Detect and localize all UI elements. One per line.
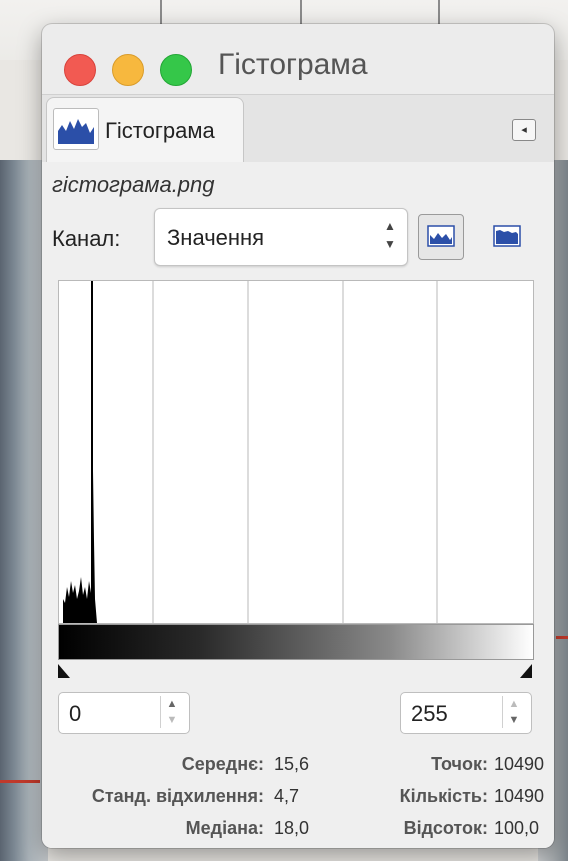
range-start-value: 0: [69, 701, 82, 726]
stepper-arrows-icon[interactable]: ▲ ▼: [160, 696, 183, 728]
pixels-value: 10490: [494, 754, 545, 774]
value-gradient-bar: [58, 624, 534, 660]
background-red-mark: [0, 780, 40, 783]
close-button[interactable]: [64, 54, 96, 86]
channel-select[interactable]: Значення ▲ ▼: [154, 208, 408, 266]
range-start-handle[interactable]: [58, 664, 70, 678]
histogram-plot: [63, 281, 438, 623]
histogram-panel: гістограма.png Канал: Значення ▲ ▼ 0 ▲ ▼…: [42, 162, 554, 848]
background-red-mark: [556, 636, 568, 639]
count-value: 10490: [494, 786, 545, 806]
tab-menu-icon[interactable]: ◂: [512, 119, 536, 141]
range-end-handle[interactable]: [520, 664, 532, 678]
mean-label: Середнє:: [181, 754, 264, 774]
window-title: Гістограма: [218, 48, 368, 81]
percentile-label: Відсоток:: [403, 818, 488, 838]
pixels-label: Точок:: [431, 754, 488, 774]
median-value: 18,0: [274, 818, 310, 838]
channel-label: Канал:: [52, 226, 121, 251]
stddev-label: Станд. відхилення:: [91, 786, 264, 806]
log-histogram-icon: [493, 225, 521, 247]
image-filename: гістограма.png: [52, 172, 215, 197]
tab-histogram[interactable]: Гістограма: [46, 97, 244, 164]
select-arrows-icon: ▲ ▼: [384, 219, 396, 251]
title-bar[interactable]: Гістограма: [42, 24, 554, 94]
median-label: Медіана:: [185, 818, 264, 838]
tab-label: Гістограма: [105, 118, 215, 143]
zoom-button[interactable]: [160, 54, 192, 86]
minimize-button[interactable]: [112, 54, 144, 86]
linear-histogram-icon: [427, 225, 455, 247]
channel-value: Значення: [167, 225, 265, 250]
mean-value: 15,6: [274, 754, 310, 774]
range-end-spinner[interactable]: 255 ▲ ▼: [400, 692, 532, 734]
linear-histogram-button[interactable]: [418, 214, 464, 260]
background-image-left: [0, 160, 48, 861]
log-histogram-button[interactable]: [484, 214, 530, 260]
range-start-spinner[interactable]: 0 ▲ ▼: [58, 692, 190, 734]
stddev-value: 4,7: [274, 786, 300, 806]
histogram-view[interactable]: [58, 280, 534, 624]
percentile-value: 100,0: [494, 818, 540, 838]
count-label: Кількість:: [399, 786, 488, 806]
histogram-icon: [53, 108, 99, 150]
histogram-window: Гістограма Гістограма ◂ гістограма.png К…: [42, 24, 554, 848]
statistics: Середнє: 15,6 Станд. відхилення: 4,7 Мед…: [42, 750, 554, 846]
range-end-value: 255: [411, 701, 448, 726]
stepper-arrows-icon[interactable]: ▲ ▼: [502, 696, 525, 728]
